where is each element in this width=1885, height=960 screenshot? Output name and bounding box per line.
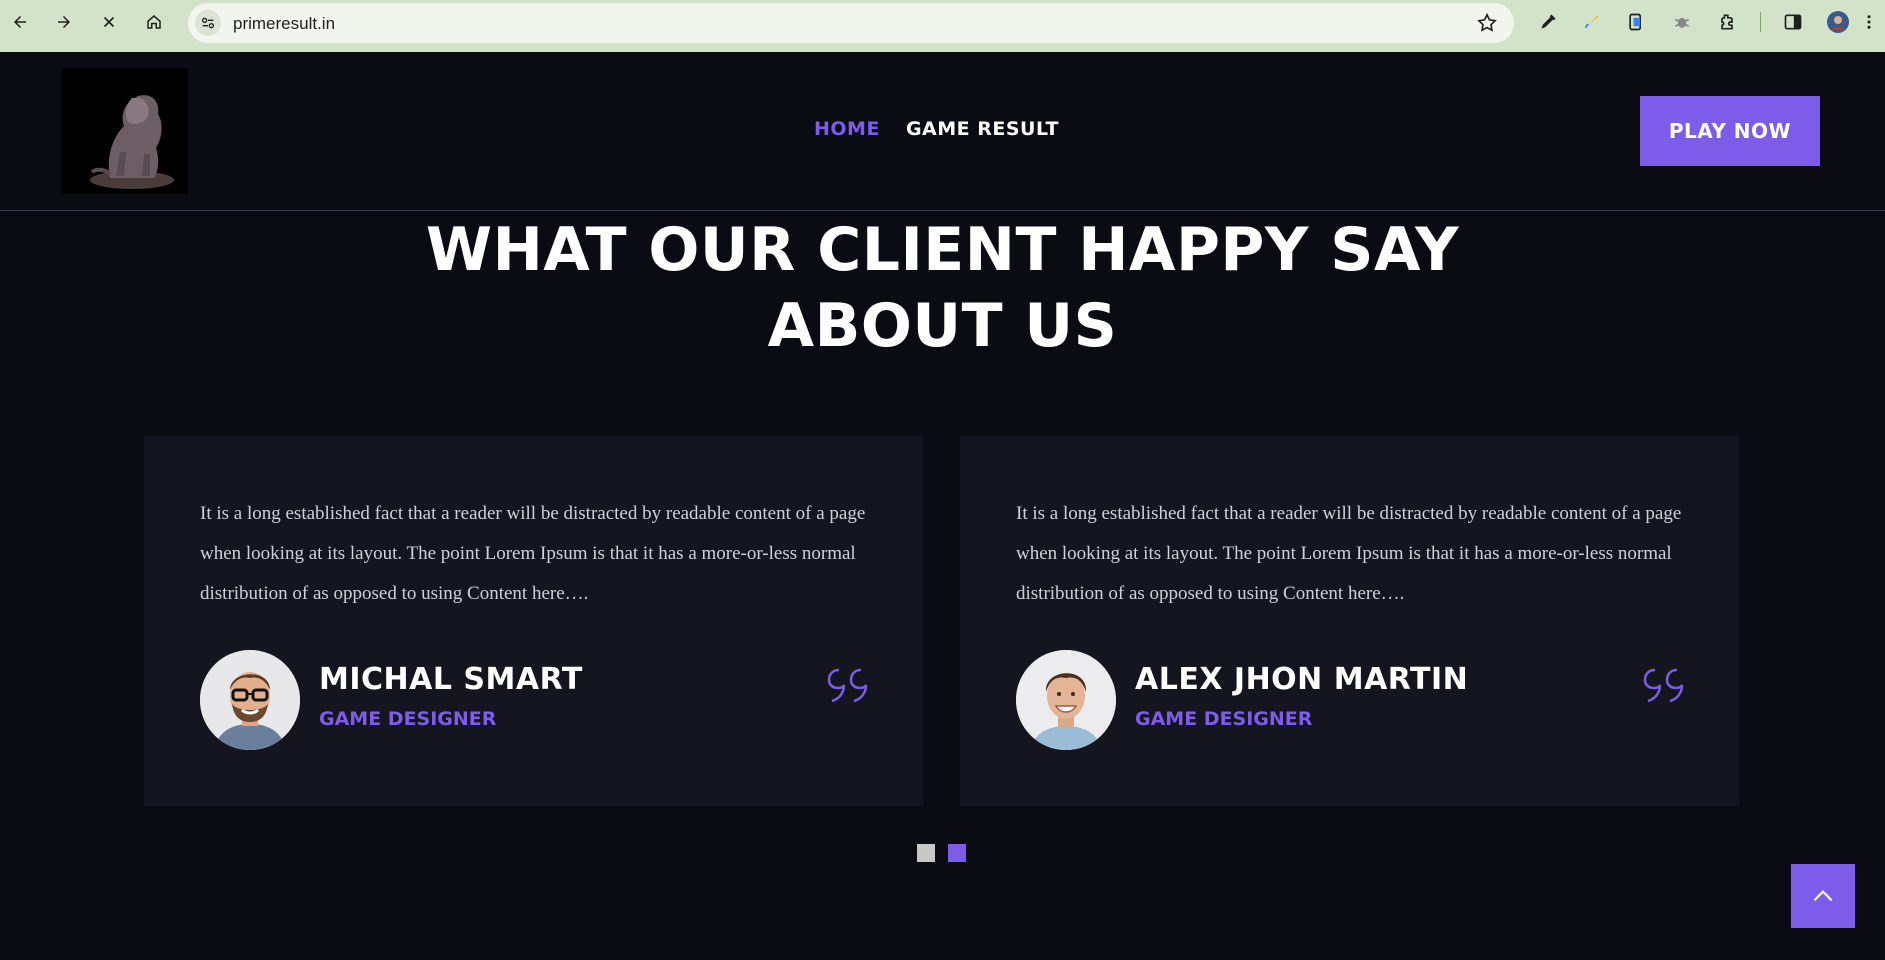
- nav-game-result[interactable]: GAME RESULT: [906, 118, 1059, 140]
- more-menu-icon[interactable]: [1861, 10, 1877, 34]
- tablet-extension-icon[interactable]: [1624, 10, 1648, 34]
- section-title-line1: WHAT OUR CLIENT HAPPY SAY: [425, 215, 1460, 285]
- person-name: ALEX JHON MARTIN: [1135, 662, 1469, 697]
- browser-toolbar: primeresult.in: [0, 0, 1885, 52]
- stop-loading-icon[interactable]: [96, 9, 122, 35]
- site-header: HOME GAME RESULT PLAY NOW: [0, 52, 1885, 211]
- profile-avatar-icon[interactable]: [1826, 10, 1850, 34]
- nav-home[interactable]: HOME: [814, 118, 880, 140]
- site-logo[interactable]: [62, 68, 188, 194]
- man-with-glasses-portrait-icon: [200, 650, 300, 750]
- quote-mark-icon: [1643, 668, 1684, 703]
- forward-arrow-icon[interactable]: [51, 9, 77, 35]
- chevron-up-icon: [1813, 890, 1833, 902]
- testimonial-card: It is a long established fact that a rea…: [144, 436, 923, 806]
- person-role: GAME DESIGNER: [1135, 708, 1313, 730]
- lion-statue-logo-icon: [62, 68, 188, 194]
- slider-dot-1[interactable]: [917, 844, 935, 862]
- bug-extension-icon[interactable]: [1670, 10, 1694, 34]
- person-name: MICHAL SMART: [319, 662, 583, 697]
- back-arrow-icon[interactable]: [7, 9, 33, 35]
- address-bar[interactable]: primeresult.in: [188, 3, 1514, 43]
- avatar: [1016, 650, 1116, 750]
- bookmark-star-icon[interactable]: [1476, 12, 1498, 34]
- avatar: [200, 650, 300, 750]
- testimonial-card: It is a long established fact that a rea…: [960, 436, 1739, 806]
- eyedropper-extension-icon[interactable]: [1536, 10, 1560, 34]
- section-title: WHAT OUR CLIENT HAPPY SAY ABOUT US: [0, 212, 1885, 364]
- testimonial-text: It is a long established fact that a rea…: [200, 503, 866, 604]
- back-to-top-button[interactable]: [1791, 864, 1855, 928]
- site-info-icon[interactable]: [195, 10, 221, 36]
- puzzle-extensions-icon[interactable]: [1715, 10, 1739, 34]
- brush-extension-icon[interactable]: [1580, 10, 1604, 34]
- quote-mark-icon: [827, 668, 868, 703]
- play-now-button[interactable]: PLAY NOW: [1640, 96, 1820, 166]
- url-text[interactable]: primeresult.in: [233, 14, 335, 34]
- toolbar-separator: [1760, 12, 1761, 32]
- slider-dot-2-active[interactable]: [948, 844, 966, 862]
- smiling-man-portrait-icon: [1016, 650, 1116, 750]
- main-nav: HOME GAME RESULT: [814, 118, 1059, 140]
- person-role: GAME DESIGNER: [319, 708, 497, 730]
- section-title-line2: ABOUT US: [767, 291, 1118, 361]
- home-icon[interactable]: [141, 9, 167, 35]
- testimonial-text: It is a long established fact that a rea…: [1016, 503, 1682, 604]
- side-panel-icon[interactable]: [1781, 10, 1805, 34]
